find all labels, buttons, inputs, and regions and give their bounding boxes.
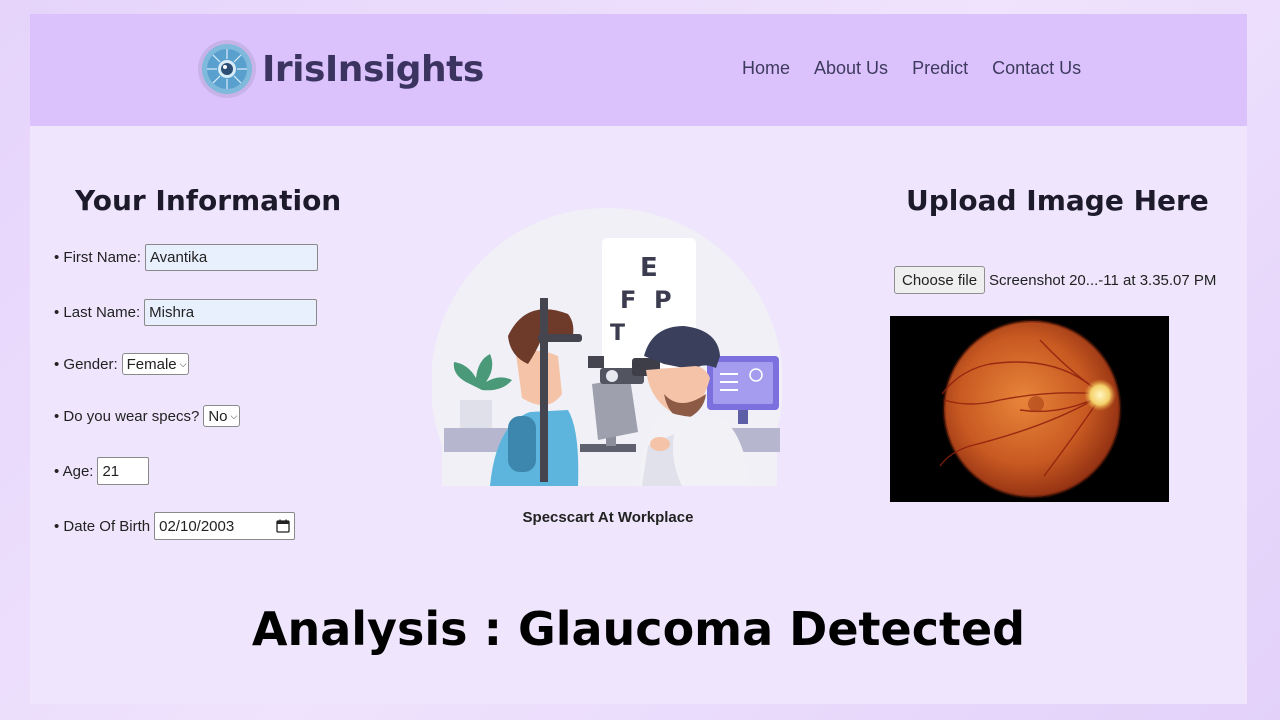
gender-label: • Gender: xyxy=(54,355,118,373)
last-name-input[interactable]: Mishra xyxy=(144,299,318,326)
last-name-row: • Last Name: Mishra xyxy=(54,299,318,326)
dob-date-input[interactable]: 02/10/2003 xyxy=(154,512,296,540)
logo[interactable]: IrisInsights xyxy=(196,38,484,100)
choose-file-button[interactable]: Choose file xyxy=(894,266,986,294)
gender-row: • Gender: Female ⌵ xyxy=(54,353,190,375)
gender-select[interactable]: Female ⌵ xyxy=(121,353,190,375)
upload-image-heading: Upload Image Here xyxy=(906,184,1209,217)
specs-selected-value: No xyxy=(208,407,228,425)
first-name-row: • First Name: Avantika xyxy=(54,244,318,271)
calendar-icon[interactable] xyxy=(276,519,290,533)
specs-select[interactable]: No ⌵ xyxy=(203,405,241,427)
eye-chart-letter-p: P xyxy=(654,286,672,314)
nav-predict-link[interactable]: Predict xyxy=(912,58,968,79)
retina-fundus-image xyxy=(939,319,1122,499)
eye-chart-letter-t: T xyxy=(610,321,625,346)
age-label: • Age: xyxy=(54,462,94,480)
chevron-down-icon: ⌵ xyxy=(230,410,238,421)
eye-exam-illustration: E F P T xyxy=(432,208,782,486)
specs-label: • Do you wear specs? xyxy=(54,407,200,425)
dob-row: • Date Of Birth 02/10/2003 xyxy=(54,512,296,540)
dob-value: 02/10/2003 xyxy=(159,517,235,535)
navbar: IrisInsights Home About Us Predict Conta… xyxy=(30,14,1247,126)
chevron-down-icon: ⌵ xyxy=(179,358,187,369)
iris-logo-icon xyxy=(198,40,256,98)
nav-contact-us-link[interactable]: Contact Us xyxy=(992,58,1081,79)
illustration-caption: Specscart At Workplace xyxy=(522,509,694,526)
age-row: • Age: 21 xyxy=(54,457,150,485)
nav-home-link[interactable]: Home xyxy=(742,58,790,79)
nav-about-us-link[interactable]: About Us xyxy=(814,58,888,79)
dob-label: • Date Of Birth xyxy=(54,517,151,535)
eye-chart-letter-f: F xyxy=(620,286,636,314)
main-panel: Your Information • First Name: Avantika … xyxy=(30,126,1247,704)
brand-name: IrisInsights xyxy=(262,48,484,90)
first-name-input[interactable]: Avantika xyxy=(144,244,318,271)
nav-menu: Home About Us Predict Contact Us xyxy=(742,58,1105,79)
age-input[interactable]: 21 xyxy=(97,457,150,485)
your-information-heading: Your Information xyxy=(75,184,342,217)
selected-file-name: Screenshot 20...-11 at 3.35.07 PM xyxy=(989,271,1217,289)
analysis-result-text: Analysis : Glaucoma Detected xyxy=(251,602,1026,656)
uploaded-retina-image xyxy=(890,316,1169,502)
first-name-label: • First Name: xyxy=(54,249,141,266)
last-name-label: • Last Name: xyxy=(54,304,141,321)
specs-row: • Do you wear specs? No ⌵ xyxy=(54,405,241,427)
eye-chart-letter-e: E xyxy=(640,253,658,283)
gender-selected-value: Female xyxy=(126,355,177,373)
file-upload-control: Choose file Screenshot 20...-11 at 3.35.… xyxy=(894,266,1216,294)
